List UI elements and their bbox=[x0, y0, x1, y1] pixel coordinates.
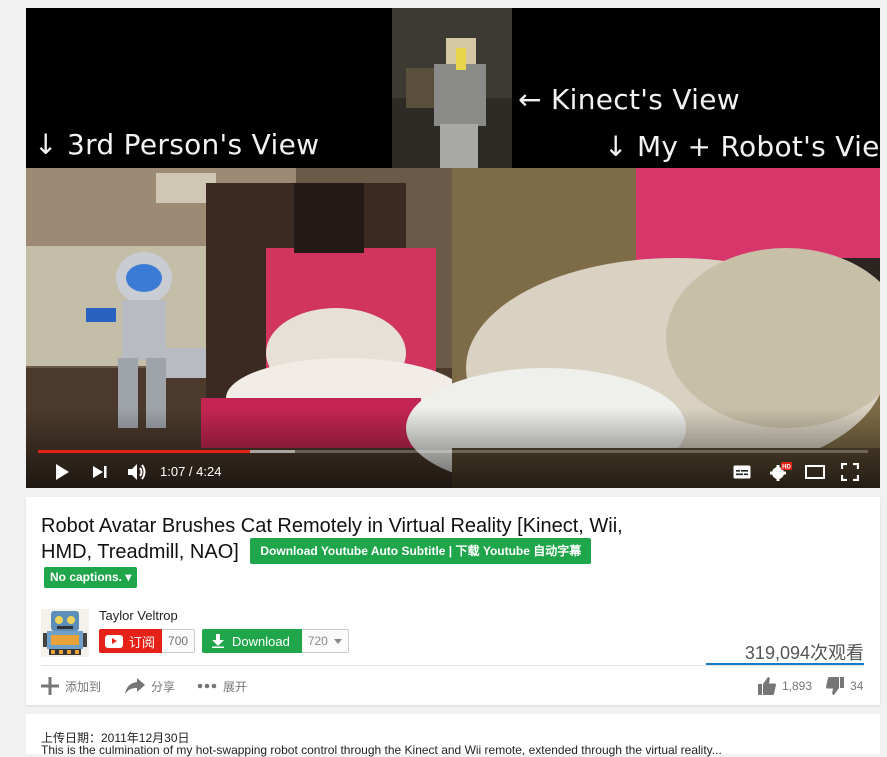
share-arrow-icon bbox=[125, 678, 145, 694]
subscribe-main[interactable]: 订阅 bbox=[99, 629, 163, 653]
dislike-button[interactable]: 34 bbox=[826, 675, 863, 697]
download-arrow-icon bbox=[212, 634, 224, 648]
theater-mode-button[interactable] bbox=[802, 455, 828, 488]
more-dots-icon bbox=[197, 683, 217, 689]
settings-icon: HD bbox=[770, 461, 792, 481]
time-display: 1:07 / 4:24 bbox=[160, 464, 222, 479]
fullscreen-icon bbox=[841, 462, 859, 481]
progress-bar[interactable] bbox=[38, 450, 868, 453]
subscriber-count: 700 bbox=[162, 629, 196, 653]
play-button[interactable] bbox=[48, 455, 76, 488]
divider bbox=[41, 665, 864, 666]
settings-button[interactable]: HD bbox=[766, 455, 794, 488]
video-player[interactable]: ↓ 3rd Person's View ← Kinect's View ↓ My… bbox=[26, 8, 880, 488]
add-to-button[interactable]: 添加到 bbox=[41, 675, 101, 697]
progress-played bbox=[38, 450, 251, 453]
no-captions-dropdown[interactable]: No captions. ▾ bbox=[44, 567, 138, 588]
more-button[interactable]: 展开 bbox=[197, 675, 247, 697]
thumbs-up-icon bbox=[758, 677, 776, 695]
player-controls: 1:07 / 4:24 HD bbox=[26, 455, 880, 488]
download-quality-select[interactable]: 720 bbox=[301, 629, 349, 653]
download-quality-value: 720 bbox=[307, 634, 328, 648]
next-icon bbox=[93, 465, 107, 478]
hd-badge: HD bbox=[782, 464, 791, 470]
more-label: 展开 bbox=[223, 679, 248, 694]
video-info-card: Robot Avatar Brushes Cat Remotely in Vir… bbox=[26, 497, 880, 705]
like-button[interactable]: 1,893 bbox=[758, 675, 812, 697]
download-label: Download bbox=[232, 633, 290, 649]
overlay-label-3rd-person: ↓ 3rd Person's View bbox=[34, 128, 320, 161]
overlay-label-robot: ↓ My + Robot's View bbox=[604, 130, 880, 163]
overlay-label-kinect: ← Kinect's View bbox=[518, 83, 740, 116]
video-title-block: Robot Avatar Brushes Cat Remotely in Vir… bbox=[41, 513, 641, 566]
dislike-count: 34 bbox=[850, 679, 864, 693]
views-sentiment-bar bbox=[706, 663, 864, 665]
subscribe-label: 订阅 bbox=[129, 634, 156, 650]
youtube-logo-icon bbox=[105, 634, 123, 648]
captions-icon bbox=[733, 465, 751, 478]
channel-name[interactable]: Taylor Veltrop bbox=[99, 608, 178, 623]
video-frame bbox=[26, 8, 880, 488]
description-card: 上传日期：2011年12月30日 This is the culmination… bbox=[26, 714, 880, 757]
share-label: 分享 bbox=[151, 679, 176, 694]
next-button[interactable] bbox=[88, 455, 112, 488]
download-button[interactable]: Download 720 bbox=[202, 629, 349, 653]
volume-icon bbox=[128, 463, 146, 480]
like-count: 1,893 bbox=[782, 679, 813, 693]
view-count: 319,094次观看 bbox=[744, 643, 864, 663]
plus-icon bbox=[41, 677, 59, 695]
download-subtitle-button[interactable]: Download Youtube Auto Subtitle | 下载 Yout… bbox=[250, 537, 592, 564]
play-icon bbox=[56, 463, 69, 480]
download-main[interactable]: Download bbox=[202, 629, 302, 653]
add-to-label: 添加到 bbox=[65, 679, 102, 694]
chevron-down-icon bbox=[333, 638, 342, 644]
theater-icon bbox=[805, 464, 825, 479]
channel-avatar[interactable] bbox=[41, 609, 89, 657]
share-button[interactable]: 分享 bbox=[125, 675, 175, 697]
fullscreen-button[interactable] bbox=[838, 455, 862, 488]
volume-button[interactable] bbox=[124, 455, 150, 488]
subscribe-button[interactable]: 订阅 700 bbox=[99, 629, 196, 653]
thumbs-down-icon bbox=[826, 677, 844, 695]
captions-button[interactable] bbox=[730, 455, 754, 488]
description-text: This is the culmination of my hot-swappi… bbox=[41, 743, 722, 757]
